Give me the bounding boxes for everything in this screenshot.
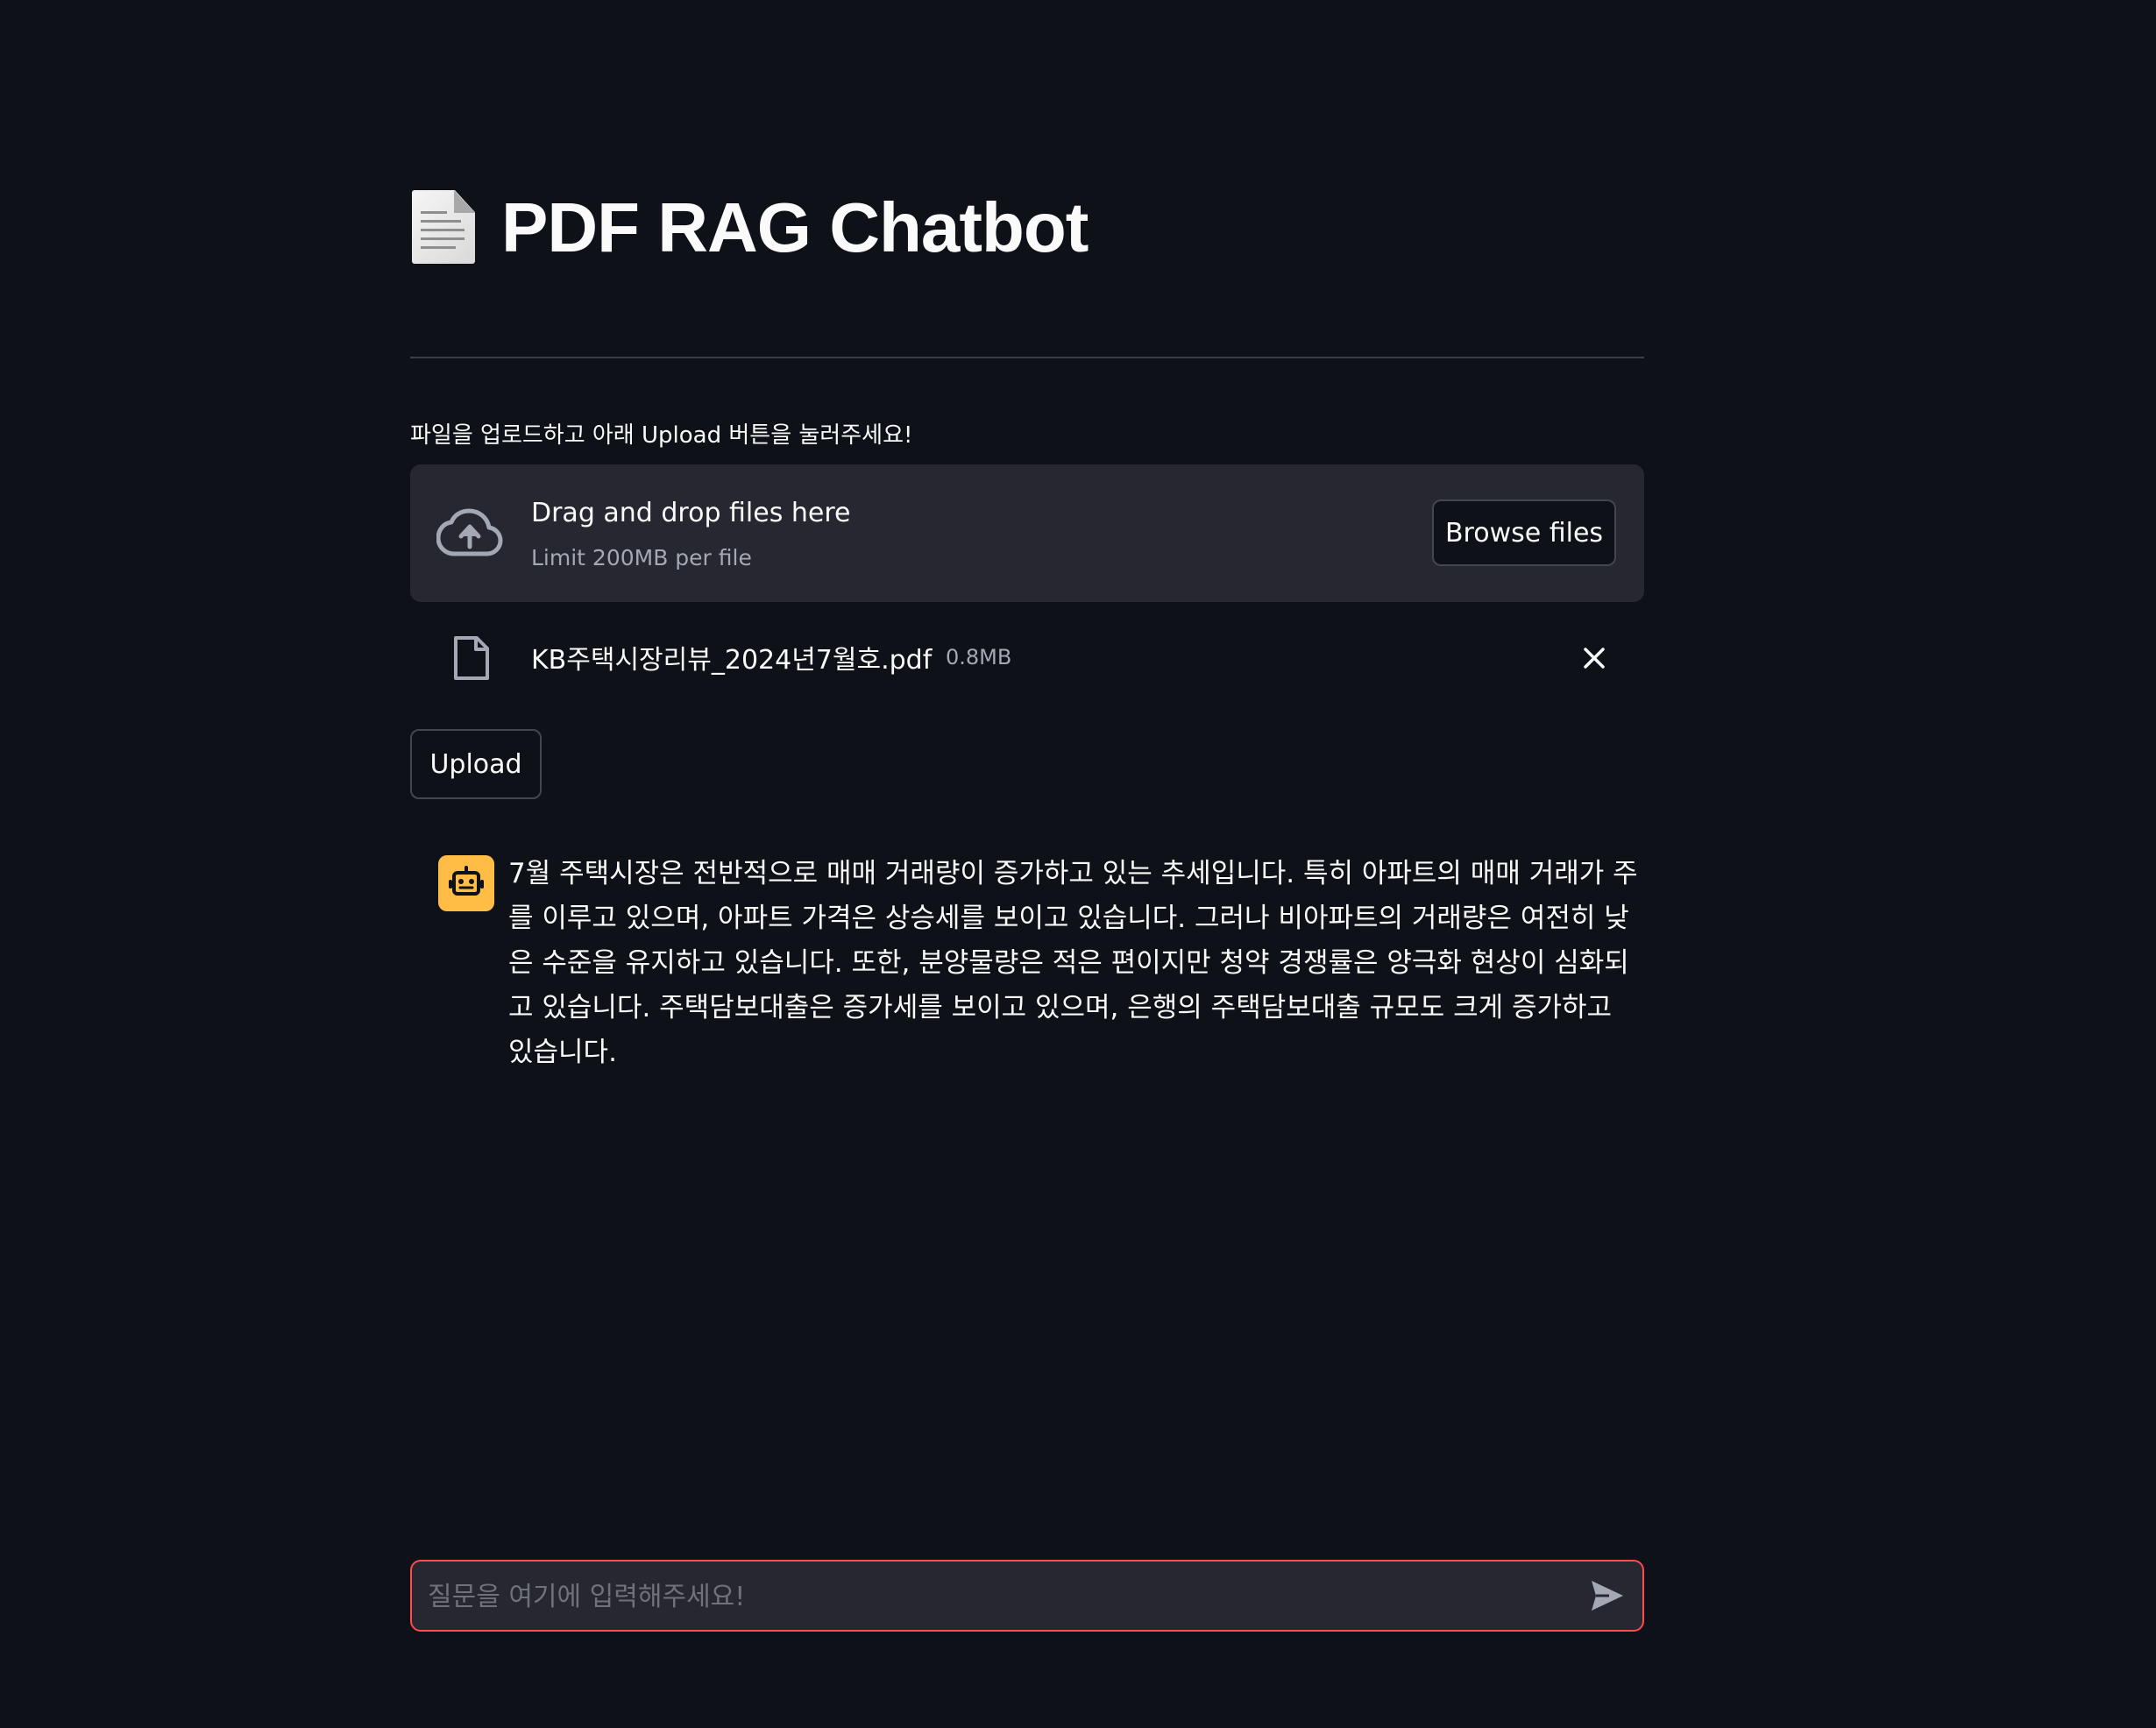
uploader-label: 파일을 업로드하고 아래 Upload 버튼을 눌러주세요!	[410, 422, 913, 449]
file-name: KB주택시장리뷰_2024년7월호.pdf	[531, 645, 933, 676]
main-container: PDF RAG Chatbot 파일을 업로드하고 아래 Upload 버튼을 …	[410, 0, 1644, 1728]
close-icon[interactable]	[1581, 645, 1607, 671]
file-size: 0.8MB	[946, 645, 1012, 669]
cloud-upload-icon	[436, 508, 503, 556]
chat-input[interactable]	[426, 1562, 1551, 1632]
file-dropzone[interactable]: Drag and drop files here Limit 200MB per…	[410, 464, 1644, 602]
dropzone-limit: Limit 200MB per file	[531, 545, 752, 570]
chat-message-text: 7월 주택시장은 전반적으로 매매 거래량이 증가하고 있는 추세입니다. 특히…	[508, 858, 1638, 1068]
browse-files-button[interactable]: Browse files	[1432, 499, 1616, 566]
file-icon	[454, 636, 489, 680]
page-title: PDF RAG Chatbot	[501, 188, 1089, 266]
title-row: PDF RAG Chatbot	[410, 180, 1089, 276]
uploaded-file-row: KB주택시장리뷰_2024년7월호.pdf 0.8MB	[410, 627, 1644, 689]
robot-icon	[449, 866, 484, 896]
avatar	[438, 855, 494, 911]
dropzone-title: Drag and drop files here	[531, 498, 851, 528]
divider	[410, 357, 1644, 358]
chat-input-container	[410, 1560, 1644, 1632]
send-icon[interactable]	[1590, 1579, 1625, 1612]
upload-button[interactable]: Upload	[410, 729, 542, 799]
page-facing-up-icon	[410, 188, 479, 267]
